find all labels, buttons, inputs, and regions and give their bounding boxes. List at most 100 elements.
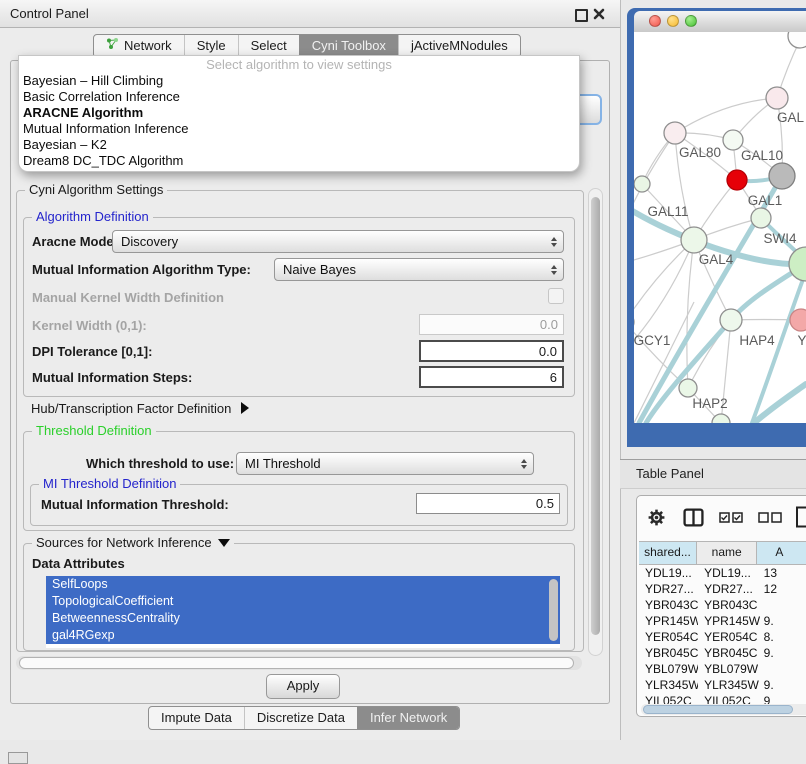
algorithm-option-selected[interactable]: ARACNE Algorithm bbox=[19, 105, 579, 121]
hub-factor-section-toggle[interactable]: Hub/Transcription Factor Definition bbox=[31, 401, 249, 416]
attribute-item-selected[interactable]: SelfLoops bbox=[46, 576, 560, 593]
sources-group-title: Sources for Network Inference bbox=[32, 535, 234, 550]
manual-kernel-label: Manual Kernel Width Definition bbox=[32, 290, 224, 305]
node-gal4[interactable] bbox=[681, 227, 707, 253]
list-vertical-scrollbar[interactable] bbox=[549, 579, 558, 641]
data-attributes-label: Data Attributes bbox=[32, 556, 125, 571]
expanded-arrow-icon[interactable] bbox=[218, 539, 230, 547]
algorithm-definition-group: Algorithm Definition Aracne Mode: Discov… bbox=[23, 217, 575, 397]
mi-threshold-group-title: MI Threshold Definition bbox=[39, 476, 180, 491]
minimize-traffic-light[interactable] bbox=[667, 15, 679, 27]
table-row[interactable]: YBR043CYBR043C bbox=[639, 597, 806, 613]
node-gal80[interactable] bbox=[664, 122, 686, 144]
combobox-stepper-icon bbox=[545, 265, 563, 275]
aracne-mode-combobox[interactable]: Discovery bbox=[112, 230, 564, 253]
split-columns-icon[interactable] bbox=[683, 508, 704, 527]
which-threshold-combobox[interactable]: MI Threshold bbox=[236, 452, 534, 475]
column-header-shared-name[interactable]: shared... bbox=[639, 542, 697, 564]
algorithm-dropdown-popup: Select algorithm to view settings Bayesi… bbox=[18, 55, 580, 172]
table-row[interactable]: YBL079WYBL079W bbox=[639, 661, 806, 677]
label-gal1: GAL1 bbox=[748, 193, 783, 208]
algorithm-option[interactable]: Mutual Information Inference bbox=[19, 121, 579, 137]
mi-threshold-group: MI Threshold Definition Mutual Informati… bbox=[30, 484, 568, 526]
label-hap4: HAP4 bbox=[739, 333, 775, 348]
algorithm-option[interactable]: Bayesian – K2 bbox=[19, 137, 579, 153]
node-attribute-table: shared... name A YDL19...YDL19...13 YDR2… bbox=[639, 541, 806, 706]
dpi-tolerance-field[interactable]: 0.0 bbox=[419, 340, 564, 362]
column-header-name[interactable]: name bbox=[697, 542, 757, 564]
settings-group-title: Cyni Algorithm Settings bbox=[25, 182, 167, 197]
settings-vertical-scrollbar[interactable] bbox=[588, 188, 603, 656]
node-hap2[interactable] bbox=[679, 379, 697, 397]
tab-style[interactable]: Style bbox=[184, 35, 238, 57]
node-gal10-red[interactable] bbox=[727, 170, 747, 190]
table-row[interactable]: YBR045CYBR045C9. bbox=[639, 645, 806, 661]
gear-icon[interactable] bbox=[647, 508, 666, 527]
kernel-width-field[interactable]: 0.0 bbox=[419, 314, 564, 335]
label-gal-partial: GAL bbox=[777, 110, 805, 125]
algorithm-definition-title: Algorithm Definition bbox=[32, 209, 153, 224]
node-gal1[interactable] bbox=[751, 208, 771, 228]
table-row[interactable]: YPR145WYPR145W9. bbox=[639, 613, 806, 629]
dropdown-placeholder: Select algorithm to view settings bbox=[19, 57, 579, 73]
close-icon[interactable] bbox=[593, 8, 605, 20]
node-hap4[interactable] bbox=[720, 309, 742, 331]
manual-kernel-checkbox[interactable] bbox=[548, 288, 564, 304]
node[interactable] bbox=[788, 32, 806, 48]
node-gal11[interactable] bbox=[634, 176, 650, 192]
node-gal-partial[interactable] bbox=[766, 87, 788, 109]
tab-cyni-toolbox[interactable]: Cyni Toolbox bbox=[299, 35, 398, 57]
select-all-checkboxes-icon[interactable] bbox=[719, 512, 743, 524]
table-row[interactable]: YLR345WYLR345W9. bbox=[639, 677, 806, 693]
mi-type-combobox[interactable]: Naive Bayes bbox=[274, 258, 564, 281]
network-canvas[interactable]: GAL GAL80 GAL10 GAL1 GAL11 SWI4 GAL4 GCY… bbox=[634, 32, 806, 423]
control-panel-window: Control Panel Network Style Select Cyni … bbox=[0, 0, 621, 740]
panel-title: Control Panel bbox=[10, 6, 89, 21]
tab-network[interactable]: Network bbox=[94, 35, 184, 57]
label-y-partial: Y bbox=[797, 333, 806, 348]
dpi-tolerance-label: DPI Tolerance [0,1]: bbox=[32, 344, 152, 359]
node-gray[interactable] bbox=[769, 163, 795, 189]
table-row[interactable]: YDL19...YDL19...13 bbox=[639, 565, 806, 581]
scrollbar-thumb[interactable] bbox=[591, 197, 600, 635]
node-salmon[interactable] bbox=[790, 309, 806, 331]
deselect-all-checkboxes-icon[interactable] bbox=[758, 512, 782, 524]
close-traffic-light[interactable] bbox=[649, 15, 661, 27]
scrollbar-thumb[interactable] bbox=[19, 657, 574, 669]
apply-button[interactable]: Apply bbox=[266, 674, 340, 699]
mi-threshold-label: Mutual Information Threshold: bbox=[41, 497, 229, 512]
document-icon[interactable] bbox=[795, 506, 806, 528]
column-header-partial[interactable]: A bbox=[757, 542, 806, 564]
settings-horizontal-scrollbar[interactable] bbox=[16, 656, 582, 670]
attribute-item-selected[interactable]: gal4RGexp bbox=[46, 627, 560, 644]
table-row[interactable]: YDR27...YDR27...12 bbox=[639, 581, 806, 597]
table-row[interactable]: YER054CYER054C8. bbox=[639, 629, 806, 645]
attribute-item-selected[interactable]: TopologicalCoefficient bbox=[46, 593, 560, 610]
float-window-icon[interactable] bbox=[575, 9, 588, 22]
tab-impute-data[interactable]: Impute Data bbox=[149, 707, 244, 729]
mi-steps-field[interactable]: 6 bbox=[419, 366, 564, 388]
collapsed-panel-icon[interactable] bbox=[8, 752, 28, 764]
network-window-titlebar[interactable] bbox=[634, 11, 806, 33]
label-gal10: GAL10 bbox=[741, 148, 783, 163]
node[interactable] bbox=[723, 130, 743, 150]
tab-select[interactable]: Select bbox=[238, 35, 299, 57]
algorithm-option[interactable]: Bayesian – Hill Climbing bbox=[19, 73, 579, 89]
table-header-row: shared... name A bbox=[639, 541, 806, 565]
label-hap2: HAP2 bbox=[692, 396, 727, 411]
tab-jactivemnodules[interactable]: jActiveMNodules bbox=[398, 35, 520, 57]
mi-threshold-field[interactable]: 0.5 bbox=[416, 493, 560, 514]
node[interactable] bbox=[712, 414, 730, 423]
tab-discretize-data[interactable]: Discretize Data bbox=[244, 707, 357, 729]
attribute-item-selected[interactable]: BetweennessCentrality bbox=[46, 610, 560, 627]
table-horizontal-scrollbar[interactable] bbox=[641, 704, 806, 715]
algorithm-option[interactable]: Basic Correlation Inference bbox=[19, 89, 579, 105]
tab-infer-network[interactable]: Infer Network bbox=[357, 707, 459, 729]
algorithm-option[interactable]: Dream8 DC_TDC Algorithm bbox=[19, 153, 579, 169]
table-body: YDL19...YDL19...13 YDR27...YDR27...12 YB… bbox=[639, 565, 806, 706]
scrollbar-thumb[interactable] bbox=[643, 705, 793, 714]
cyni-algorithm-settings-group: Cyni Algorithm Settings Algorithm Defini… bbox=[16, 190, 584, 652]
zoom-traffic-light[interactable] bbox=[685, 15, 697, 27]
mi-steps-label: Mutual Information Steps: bbox=[32, 370, 192, 385]
kernel-width-label: Kernel Width (0,1): bbox=[32, 318, 147, 333]
